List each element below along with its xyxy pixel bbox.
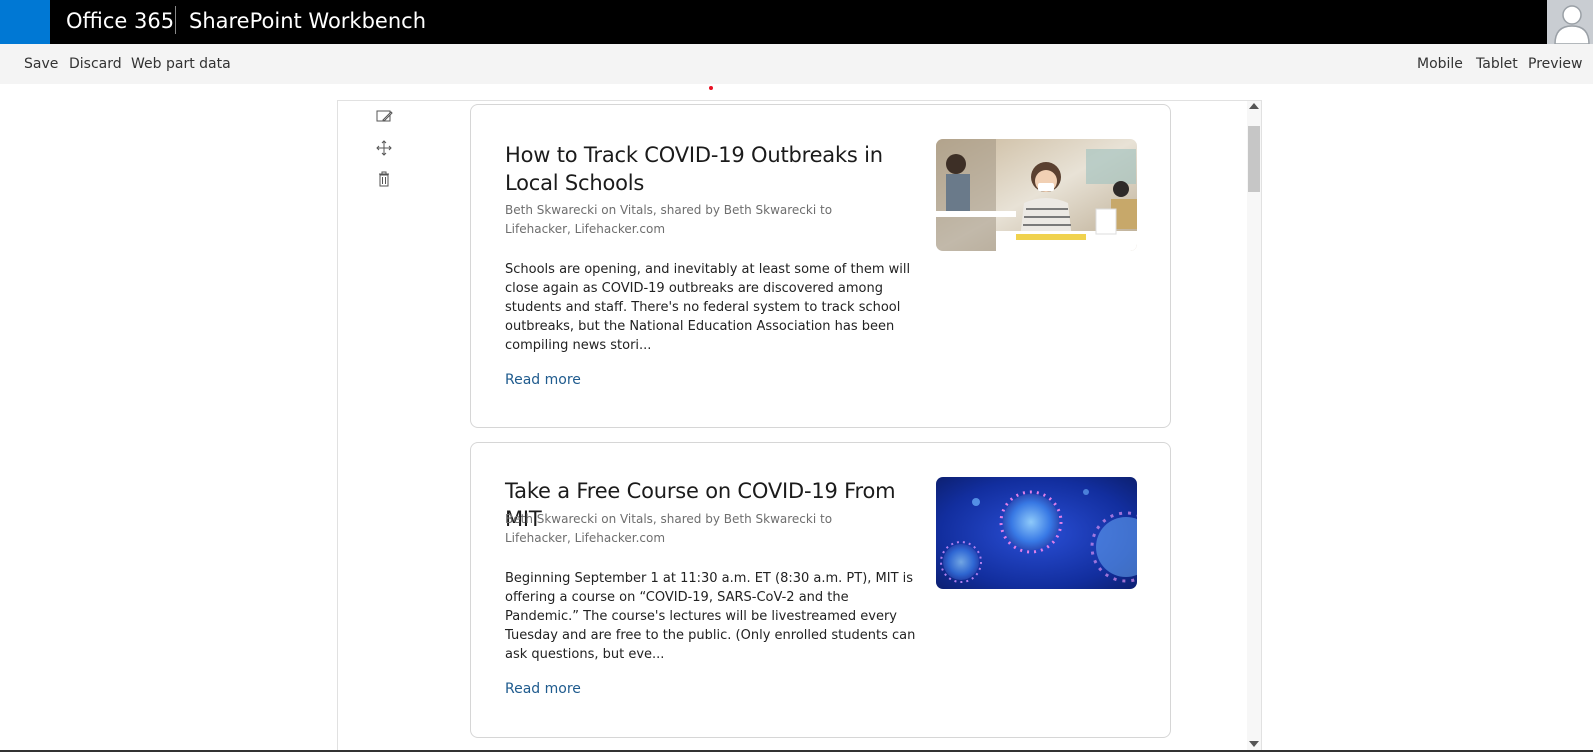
canvas-scrollbar[interactable] bbox=[1247, 101, 1261, 752]
app-launcher-button[interactable] bbox=[0, 0, 50, 44]
mobile-preview-button[interactable]: Mobile bbox=[1417, 56, 1463, 72]
scroll-thumb[interactable] bbox=[1248, 126, 1260, 192]
article-card: How to Track COVID-19 Outbreaks in Local… bbox=[470, 104, 1171, 428]
article-summary: Schools are opening, and inevitably at l… bbox=[505, 262, 911, 353]
classroom-photo[interactable] bbox=[936, 139, 1137, 251]
tablet-preview-button[interactable]: Tablet bbox=[1476, 56, 1518, 72]
read-more-link[interactable]: Read more bbox=[505, 372, 581, 388]
move-icon[interactable] bbox=[374, 138, 394, 158]
person-icon bbox=[1547, 0, 1593, 44]
user-avatar[interactable] bbox=[1545, 0, 1593, 44]
indicator-dot bbox=[709, 86, 713, 90]
article-meta: Beth Skwarecki on Vitals, shared by Beth… bbox=[505, 203, 833, 236]
preview-button[interactable]: Preview bbox=[1528, 56, 1583, 72]
delete-icon[interactable] bbox=[374, 169, 394, 189]
article-summary: Beginning September 1 at 11:30 a.m. ET (… bbox=[505, 571, 916, 662]
article-meta: Beth Skwarecki on Vitals, shared by Beth… bbox=[505, 512, 833, 545]
article-title[interactable]: How to Track COVID-19 Outbreaks in Local… bbox=[505, 141, 925, 197]
suite-bar: Office 365 SharePoint Workbench bbox=[0, 0, 1593, 44]
save-button[interactable]: Save bbox=[24, 56, 58, 72]
scroll-up-arrow-icon[interactable] bbox=[1249, 103, 1259, 109]
edit-icon[interactable] bbox=[374, 107, 394, 127]
brand-title[interactable]: Office 365 bbox=[66, 9, 174, 33]
command-bar: Save Discard Web part data Mobile Tablet… bbox=[0, 44, 1593, 84]
web-part-data-button[interactable]: Web part data bbox=[131, 56, 231, 72]
app-title[interactable]: SharePoint Workbench bbox=[189, 9, 426, 33]
read-more-link[interactable]: Read more bbox=[505, 681, 581, 697]
discard-button[interactable]: Discard bbox=[69, 56, 122, 72]
virus-illustration[interactable] bbox=[936, 477, 1137, 589]
title-divider bbox=[175, 6, 176, 34]
article-card: Take a Free Course on COVID-19 From MIT … bbox=[470, 442, 1171, 738]
scroll-down-arrow-icon[interactable] bbox=[1249, 741, 1259, 747]
